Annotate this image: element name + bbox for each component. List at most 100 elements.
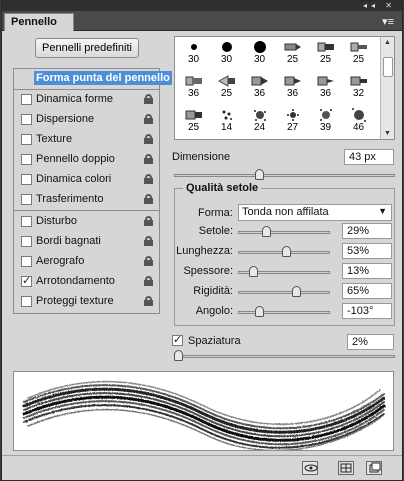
slider-knob[interactable] (262, 226, 271, 237)
splatter-brush-icon (251, 109, 269, 121)
lock-icon[interactable] (144, 256, 153, 266)
lock-icon[interactable] (144, 216, 153, 226)
brush-tip-cell[interactable]: 36 (177, 71, 210, 104)
checkbox[interactable] (21, 174, 32, 185)
spacing-input[interactable]: 2% (347, 334, 394, 350)
brush-tip-cell[interactable]: 30 (210, 37, 243, 70)
grid-brush-icon[interactable] (338, 461, 354, 475)
lock-icon[interactable] (144, 236, 153, 246)
scroll-up-icon[interactable]: ▲ (384, 39, 391, 46)
scroll-down-icon[interactable]: ▼ (384, 130, 391, 137)
brush-tip-cell[interactable]: 25 (177, 105, 210, 138)
brush-tip-cell[interactable]: 25 (342, 37, 375, 70)
thickness-slider[interactable] (238, 266, 330, 277)
checkbox[interactable] (21, 256, 32, 267)
flat-brush-icon (185, 109, 203, 121)
angle-input[interactable]: -103° (342, 303, 392, 319)
lock-icon[interactable] (144, 276, 153, 286)
checkbox[interactable] (21, 216, 32, 227)
divider (14, 210, 159, 211)
thickness-input[interactable]: 13% (342, 263, 392, 279)
scroll-thumb[interactable] (383, 57, 393, 77)
slider-knob[interactable] (174, 350, 183, 361)
lock-icon[interactable] (144, 154, 153, 164)
checkbox[interactable] (21, 274, 32, 287)
dimension-input[interactable]: 43 px (344, 149, 394, 165)
brush-tip-cell[interactable]: 27 (276, 105, 309, 138)
sidebar-item-shape-dynamics[interactable]: Dinamica forme (14, 90, 159, 110)
checkbox[interactable] (21, 194, 32, 205)
stiffness-slider[interactable] (238, 286, 330, 297)
brush-tip-cell[interactable]: 36 (243, 71, 276, 104)
sidebar-item-color-dynamics[interactable]: Dinamica colori (14, 170, 159, 190)
brush-tip-cell[interactable]: 25 (309, 37, 342, 70)
splatter-brush-icon (350, 108, 368, 122)
bristles-slider[interactable] (238, 226, 330, 237)
brush-tip-cell[interactable]: 46 (342, 105, 375, 138)
checkbox[interactable] (21, 134, 32, 145)
length-slider[interactable] (238, 246, 330, 257)
new-brush-icon[interactable] (366, 461, 382, 475)
collapse-close-icons[interactable]: ◂◂ ✕ (363, 1, 396, 11)
slider-knob[interactable] (282, 246, 291, 257)
dimension-slider[interactable] (174, 169, 395, 180)
stiffness-input[interactable]: 65% (342, 283, 392, 299)
sidebar-item-airbrush[interactable]: Aerografo (14, 252, 159, 272)
panel-bottom-bar (2, 455, 402, 481)
lock-icon[interactable] (144, 114, 153, 124)
brush-tip-cell[interactable]: 39 (309, 105, 342, 138)
lock-icon[interactable] (144, 174, 153, 184)
slider-track (238, 311, 330, 314)
checkbox[interactable] (21, 154, 32, 165)
brush-tip-cell[interactable]: 30 (243, 37, 276, 70)
brush-presets-button[interactable]: Pennelli predefiniti (35, 38, 139, 58)
sidebar-item-transfer[interactable]: Trasferimento (14, 190, 159, 210)
length-input[interactable]: 53% (342, 243, 392, 259)
sidebar-item-scattering[interactable]: Dispersione (14, 110, 159, 130)
sidebar-item-label: Dispersione (36, 113, 95, 125)
brush-tip-cell[interactable]: 32 (342, 71, 375, 104)
sidebar-item-noise[interactable]: Disturbo (14, 212, 159, 232)
flat-brush-icon (251, 75, 269, 87)
checkbox[interactable] (21, 236, 32, 247)
grid-scrollbar[interactable]: ▲ ▼ (380, 37, 394, 139)
checkbox[interactable] (21, 94, 32, 105)
sidebar-item-brush-tip-shape[interactable]: Forma punta del pennello (14, 69, 172, 89)
sidebar-item-dual-brush[interactable]: Pennello doppio (14, 150, 159, 170)
checkbox[interactable] (21, 296, 32, 307)
brush-tip-cell[interactable]: 25 (276, 37, 309, 70)
spacing-checkbox[interactable] (172, 333, 183, 346)
sidebar-item-texture[interactable]: Texture (14, 130, 159, 150)
sidebar-item-wet-edges[interactable]: Bordi bagnati (14, 232, 159, 252)
lock-icon[interactable] (144, 296, 153, 306)
shape-select[interactable]: Tonda non affilata ▼ (238, 204, 392, 221)
panel-menu-icon[interactable]: ▾≡ (382, 15, 394, 28)
brush-tip-cell[interactable]: 36 (276, 71, 309, 104)
brush-panel: ◂◂ ✕ Pennello ▾≡ Pennelli predefiniti Fo… (1, 0, 403, 481)
brush-tip-cell[interactable]: 24 (243, 105, 276, 138)
shape-select-value: Tonda non affilata (242, 206, 329, 218)
eye-brush-preview-icon[interactable] (302, 461, 318, 475)
brush-tip-cell[interactable]: 25 (210, 71, 243, 104)
sidebar-item-smoothing[interactable]: Arrotondamento (14, 272, 159, 292)
brush-tip-cell[interactable]: 14 (210, 105, 243, 138)
slider-knob[interactable] (292, 286, 301, 297)
lock-icon[interactable] (144, 194, 153, 204)
lock-icon[interactable] (144, 134, 153, 144)
spacing-slider[interactable] (174, 350, 395, 361)
angle-slider[interactable] (238, 306, 330, 317)
brush-tip-cell[interactable]: 30 (177, 37, 210, 70)
sidebar-item-label: Bordi bagnati (36, 235, 101, 247)
sidebar-item-protect-texture[interactable]: Proteggi texture (14, 292, 159, 312)
lock-icon[interactable] (144, 94, 153, 104)
slider-track (238, 231, 330, 234)
tab-pennello[interactable]: Pennello (4, 13, 74, 31)
slider-track (174, 355, 395, 358)
brush-tip-cell[interactable]: 36 (309, 71, 342, 104)
slider-knob[interactable] (255, 306, 264, 317)
checkbox[interactable] (21, 114, 32, 125)
slider-knob[interactable] (249, 266, 258, 277)
bristles-input[interactable]: 29% (342, 223, 392, 239)
slider-knob[interactable] (255, 169, 264, 180)
pencil-brush-icon (284, 41, 302, 53)
